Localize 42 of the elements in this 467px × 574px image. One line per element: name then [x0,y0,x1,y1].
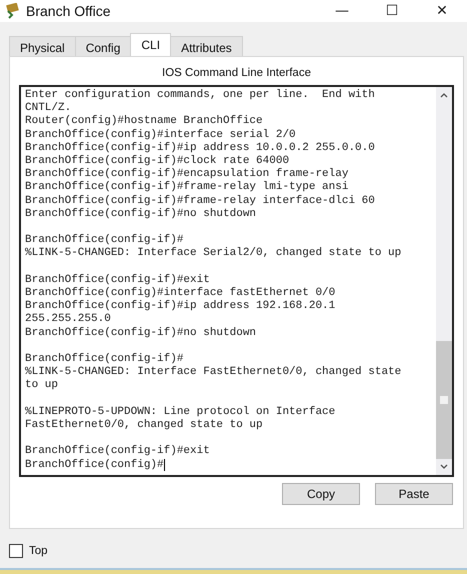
copy-button[interactable]: Copy [282,483,360,505]
console-line: %LINK-5-CHANGED: Interface FastEthernet0/0, changed state [25,366,402,380]
text-cursor [164,459,165,472]
console-line: BranchOffice(config-if)#frame-relay interface-dlci 60 [25,194,375,208]
console-line: CNTL/Z. [25,102,72,115]
console-line: BranchOffice(config-if)#ip address 192.168.20.1 [25,300,336,314]
minimize-button[interactable]: — [317,3,367,19]
router-icon [4,3,20,19]
console-line: BranchOffice(config-if)#no shutdown [25,208,256,222]
panel-heading: IOS Command Line Interface [161,66,312,81]
scrollbar[interactable] [436,87,452,475]
console-line: %LINK-5-CHANGED: Interface Serial2/0, changed state to up [25,247,402,261]
tab[interactable]: CLI [130,33,172,56]
console-line: BranchOffice(config-if)#exit [25,274,210,287]
console-line: BranchOffice(config)# [25,458,164,472]
console-line: BranchOffice(config)#interface serial 2/0 [25,128,296,142]
console-line: BranchOffice(config-if)#no shutdown [25,326,256,340]
checkbox-label: Top [29,545,48,557]
console-line: 255.255.255.0 [25,313,111,327]
console-line: to up [25,379,58,393]
console-line: BranchOffice(config-if)# [25,353,184,366]
scroll-thumb[interactable] [436,341,452,459]
paste-button[interactable]: Paste [375,483,453,505]
console-line: %LINEPROTO-5-UPDOWN: Line protocol on Interface [25,406,336,419]
console-line: BranchOffice(config-if)#frame-relay lmi-type ansi [25,181,348,195]
console-line: Router(config)#hostname BranchOffice [25,115,263,129]
tab[interactable]: Attributes [170,36,243,56]
console-line: BranchOffice(config-if)#clock rate 64000 [25,155,290,168]
console-line: BranchOffice(config-if)#encapsulation frame-relay [25,168,348,181]
console-line: BranchOffice(config-if)#exit [25,445,210,459]
close-button[interactable]: ✕ [417,3,467,19]
console-line: BranchOffice(config)#interface fastEthernet 0/0 [25,287,336,300]
cli-console[interactable] [19,85,454,477]
maximize-button[interactable]: ☐ [367,3,417,19]
window-title: Branch Office [26,3,112,19]
console-line: FastEthernet0/0, changed state to up [25,419,263,432]
console-line: BranchOffice(config-if)# [25,234,184,247]
tab[interactable]: Config [74,36,132,56]
checkbox[interactable] [9,544,23,558]
console-line: Enter configuration commands, one per line. End with [25,89,375,102]
tab[interactable]: Physical [9,36,76,56]
console-line: BranchOffice(config-if)#ip address 10.0.0.2 255.0.0.0 [25,142,375,155]
